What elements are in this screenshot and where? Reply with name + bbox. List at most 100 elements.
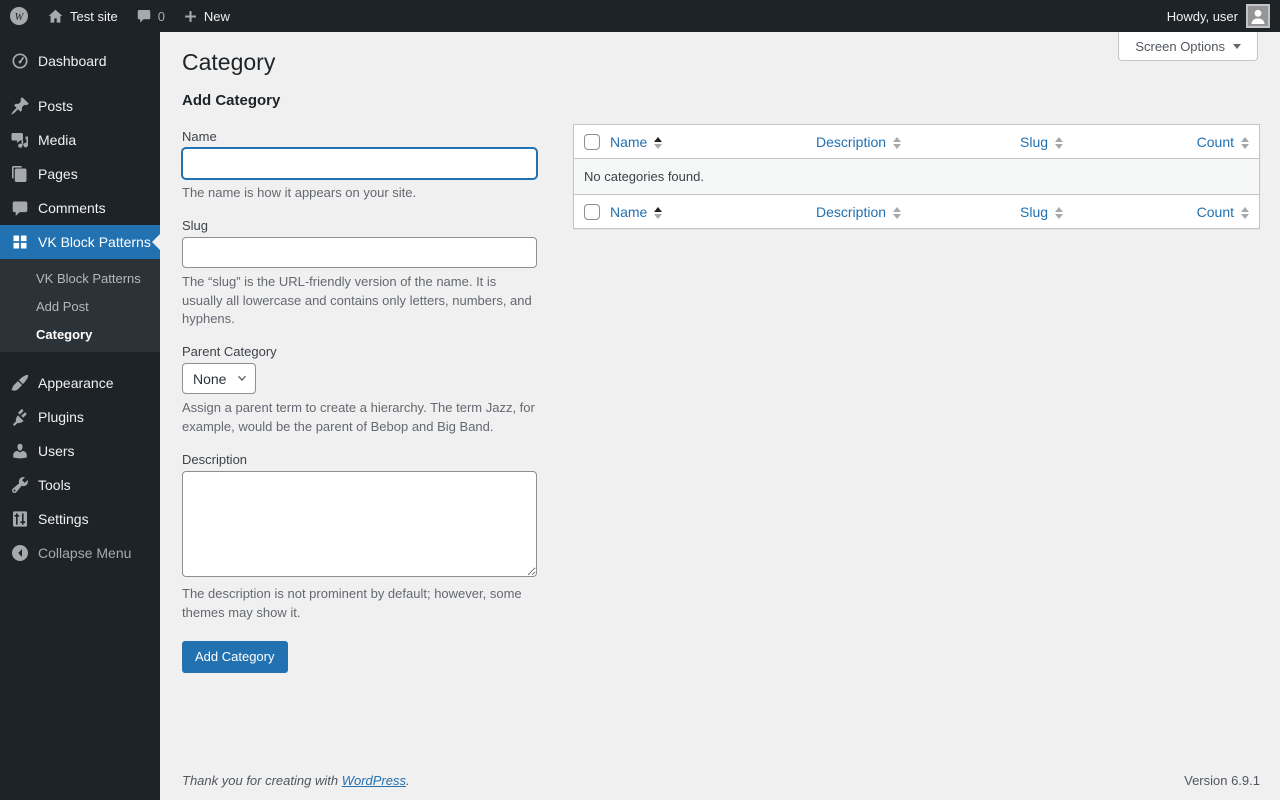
sidebar-item-label: Settings xyxy=(38,511,89,527)
collapse-arrow-icon xyxy=(10,543,30,563)
submenu-item-category[interactable]: Category xyxy=(0,321,160,349)
sidebar-item-label: Media xyxy=(38,132,77,148)
settings-sliders-icon xyxy=(10,509,30,529)
form-heading: Add Category xyxy=(182,91,281,109)
sidebar-item-label: Collapse Menu xyxy=(38,545,132,561)
sort-by-slug-link[interactable]: Slug xyxy=(1020,204,1064,220)
comments-count: 0 xyxy=(157,8,165,24)
sidebar-item-label: Dashboard xyxy=(38,53,107,69)
sidebar-item-label: Comments xyxy=(38,200,106,216)
add-category-form: Add Category Name The name is how it app… xyxy=(182,82,537,673)
sidebar-item-posts[interactable]: Posts xyxy=(0,89,160,123)
my-account-menu[interactable]: Howdy, user xyxy=(1158,0,1280,32)
wordpress-logo-icon: W xyxy=(9,6,29,26)
sort-by-count-link[interactable]: Count xyxy=(1197,204,1249,220)
submenu-item-vk-block-patterns[interactable]: VK Block Patterns xyxy=(0,265,160,293)
admin-bar: W Test site 0 New Howdy, user xyxy=(0,0,1280,32)
sort-indicator-icon xyxy=(1055,136,1064,149)
sort-indicator-icon xyxy=(893,207,902,220)
grid-icon xyxy=(10,232,30,252)
comments-menu[interactable]: 0 xyxy=(127,0,174,32)
add-category-button[interactable]: Add Category xyxy=(182,640,288,673)
submenu-item-add-post[interactable]: Add Post xyxy=(0,293,160,321)
select-all-checkbox[interactable] xyxy=(584,134,600,151)
parent-category-label: Parent Category xyxy=(182,344,277,360)
pages-icon xyxy=(10,164,30,184)
sidebar-item-tools[interactable]: Tools xyxy=(0,468,160,502)
sidebar-item-pages[interactable]: Pages xyxy=(0,157,160,191)
sidebar-item-settings[interactable]: Settings xyxy=(0,502,160,536)
empty-table-row: No categories found. xyxy=(574,159,1259,195)
sort-by-slug-link[interactable]: Slug xyxy=(1020,134,1064,150)
svg-text:W: W xyxy=(15,12,25,23)
collapse-menu-button[interactable]: Collapse Menu xyxy=(0,536,160,570)
howdy-label: Howdy, user xyxy=(1166,8,1238,24)
name-field-group: Name The name is how it appears on your … xyxy=(182,129,537,203)
slug-field-group: Slug The “slug” is the URL-friendly vers… xyxy=(182,218,537,330)
table-footer-row: Name Description Slug Count xyxy=(574,194,1259,228)
sidebar-item-comments[interactable]: Comments xyxy=(0,191,160,225)
sidebar-item-vk-block-patterns[interactable]: VK Block Patterns xyxy=(0,225,160,259)
plugin-icon xyxy=(10,407,30,427)
categories-table-panel: Name Description Slug Count No categorie… xyxy=(573,123,1260,673)
name-label: Name xyxy=(182,128,217,144)
sort-indicator-icon xyxy=(654,207,663,220)
comment-bubble-icon xyxy=(136,8,152,24)
name-input[interactable] xyxy=(182,147,537,179)
sort-by-description-link[interactable]: Description xyxy=(816,134,902,150)
new-label: New xyxy=(203,8,230,24)
sort-indicator-icon xyxy=(1055,207,1064,220)
sidebar-item-label: VK Block Patterns xyxy=(38,234,151,250)
media-icon xyxy=(10,130,30,150)
screen-options-label: Screen Options xyxy=(1135,38,1225,54)
wrench-icon xyxy=(10,475,30,495)
sidebar-item-appearance[interactable]: Appearance xyxy=(0,366,160,400)
user-avatar xyxy=(1246,4,1270,28)
paintbrush-icon xyxy=(10,373,30,393)
admin-sidebar: Dashboard Posts Media Pages Comments VK … xyxy=(0,32,160,800)
sidebar-item-label: Plugins xyxy=(38,409,84,425)
sidebar-item-plugins[interactable]: Plugins xyxy=(0,400,160,434)
sort-by-count-link[interactable]: Count xyxy=(1197,134,1249,150)
dashboard-icon xyxy=(10,51,30,71)
home-icon xyxy=(47,8,64,25)
sidebar-item-media[interactable]: Media xyxy=(0,123,160,157)
parent-category-help-text: Assign a parent term to create a hierarc… xyxy=(182,400,535,435)
main-content: Screen Options Category Add Category Nam… xyxy=(160,32,1280,800)
new-content-menu[interactable]: New xyxy=(174,0,239,32)
parent-category-field-group: Parent Category None Assign a parent ter… xyxy=(182,344,537,437)
menu-separator xyxy=(0,78,160,89)
sort-by-name-link[interactable]: Name xyxy=(610,204,663,220)
sort-indicator-icon xyxy=(654,136,663,149)
sidebar-item-label: Posts xyxy=(38,98,74,114)
wp-logo-menu[interactable]: W xyxy=(0,0,38,32)
sidebar-item-label: Tools xyxy=(38,477,71,493)
user-icon xyxy=(10,441,30,461)
sidebar-item-label: Pages xyxy=(38,166,78,182)
sort-indicator-icon xyxy=(1241,207,1249,220)
sidebar-item-users[interactable]: Users xyxy=(0,434,160,468)
description-textarea[interactable] xyxy=(182,470,537,577)
wordpress-link[interactable]: WordPress xyxy=(342,773,406,788)
sort-by-name-link[interactable]: Name xyxy=(610,134,663,150)
sort-by-description-link[interactable]: Description xyxy=(816,204,902,220)
name-help-text: The name is how it appears on your site. xyxy=(182,184,417,200)
description-label: Description xyxy=(182,451,248,467)
page-title: Category xyxy=(182,49,276,75)
vk-block-patterns-submenu: VK Block Patterns Add Post Category xyxy=(0,259,160,352)
table-header-row: Name Description Slug Count xyxy=(574,125,1259,160)
sort-indicator-icon xyxy=(1241,136,1249,149)
description-help-text: The description is not prominent by defa… xyxy=(182,585,522,620)
pushpin-icon xyxy=(10,96,30,116)
sidebar-item-dashboard[interactable]: Dashboard xyxy=(0,44,160,78)
select-all-checkbox[interactable] xyxy=(584,204,600,221)
categories-table: Name Description Slug Count No categorie… xyxy=(573,123,1260,230)
sidebar-item-label: Appearance xyxy=(38,375,114,391)
parent-category-select[interactable]: None xyxy=(182,363,256,395)
slug-input[interactable] xyxy=(182,236,537,268)
screen-options-button[interactable]: Screen Options xyxy=(1118,32,1258,61)
no-categories-message: No categories found. xyxy=(574,159,1259,195)
site-name-link[interactable]: Test site xyxy=(38,0,127,32)
site-name-label: Test site xyxy=(70,8,118,24)
sort-indicator-icon xyxy=(893,136,902,149)
